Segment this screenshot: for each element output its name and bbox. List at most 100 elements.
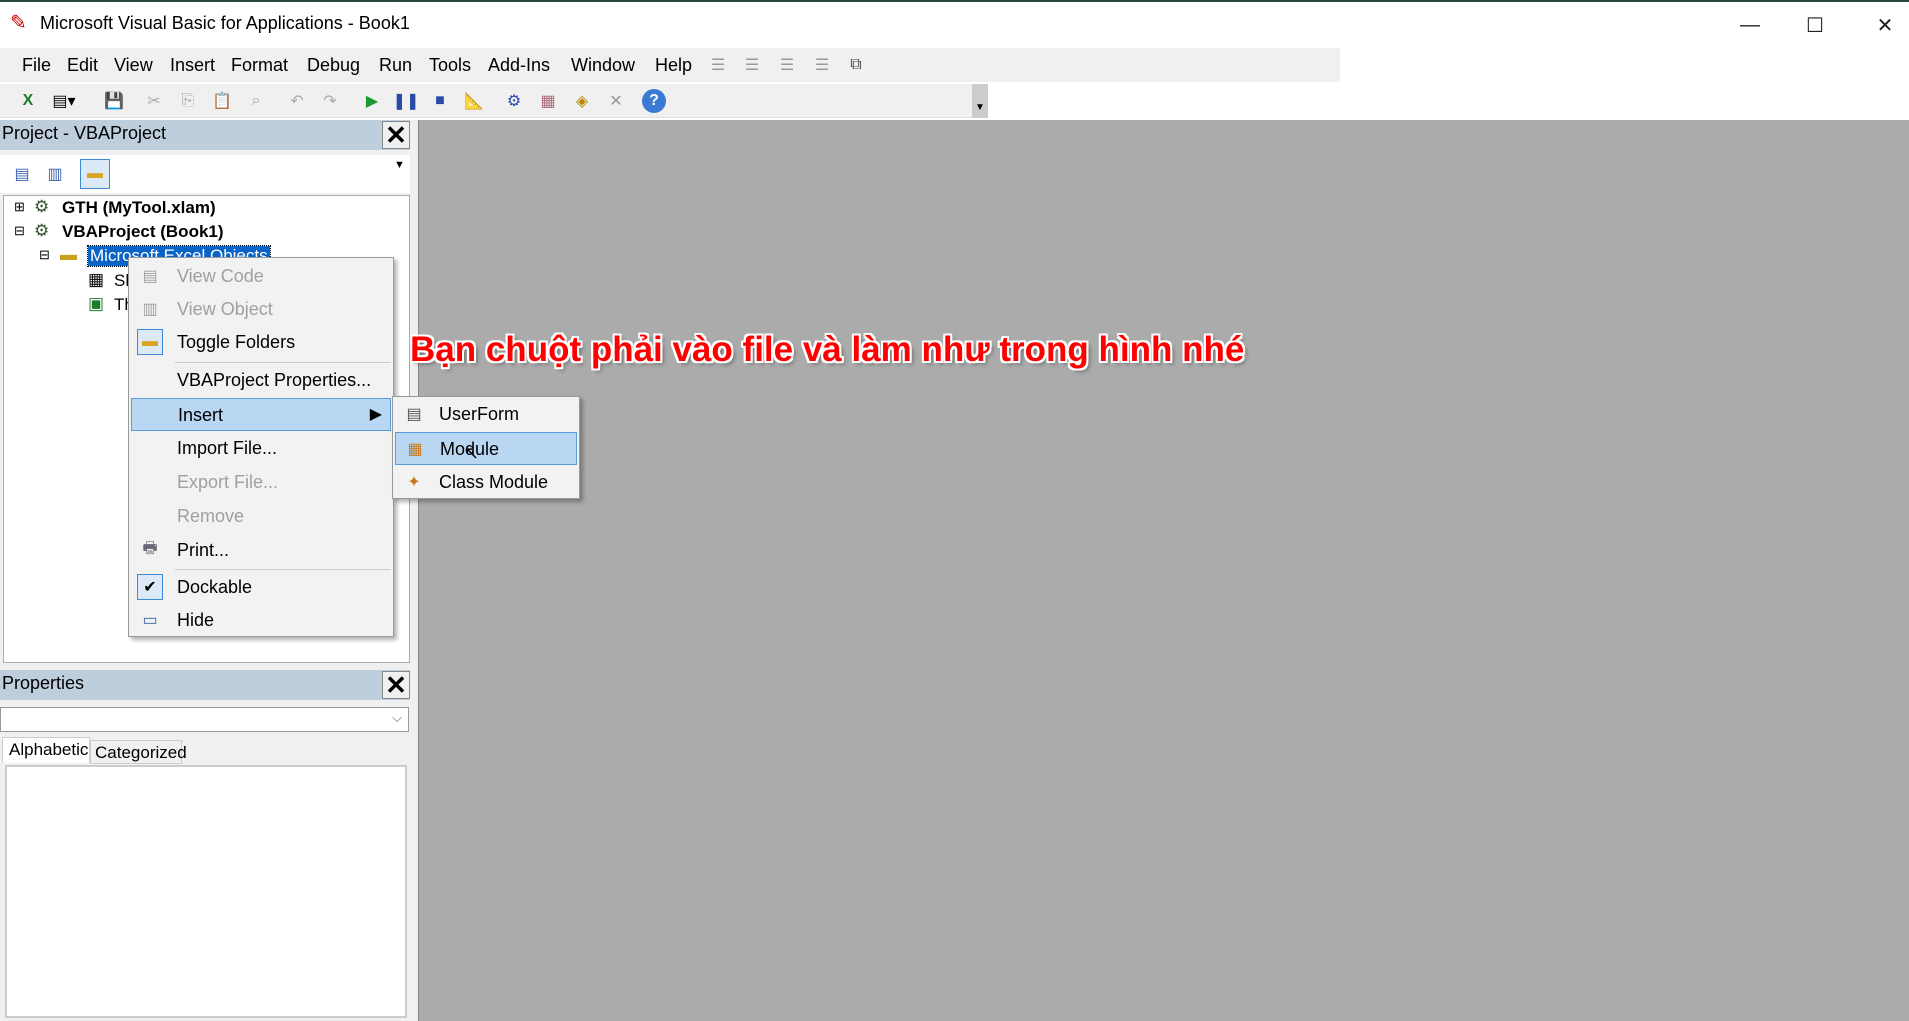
project-panel-close-button[interactable]: ✕ [382, 120, 410, 150]
copy-icon[interactable]: ⎘ [176, 89, 200, 113]
menu-item-dockable[interactable]: ✔ Dockable [131, 571, 391, 604]
menu-tools[interactable]: Tools [429, 55, 471, 76]
menu-run[interactable]: Run [379, 55, 412, 76]
object-browser-icon[interactable]: ◈ [570, 89, 594, 113]
find-icon[interactable]: ⌕ [244, 89, 268, 113]
excel-icon[interactable]: X [16, 89, 40, 113]
menu-item-print[interactable]: 🖶 Print... [131, 534, 391, 567]
toolbar-options-icon[interactable]: ▼ [972, 84, 988, 118]
properties-window-icon[interactable]: ▦ [536, 89, 560, 113]
redo-icon[interactable]: ↷ [318, 89, 342, 113]
outdent-icon[interactable]: ☰ [740, 53, 764, 77]
view-code-icon[interactable]: ▤ [10, 162, 34, 186]
checkmark-icon: ✔ [137, 574, 163, 600]
menu-item-view-code[interactable]: ▤ View Code [131, 260, 391, 293]
expand-icon[interactable]: ⊞ [14, 199, 25, 215]
chevron-down-icon: ⌵ [392, 710, 402, 725]
view-object-icon[interactable]: ▥ [43, 162, 67, 186]
menu-item-export-file[interactable]: Export File... [131, 466, 391, 499]
title-bar: ✎ Microsoft Visual Basic for Application… [0, 0, 1909, 46]
menu-item-class-module[interactable]: ✦ Class Module [395, 466, 577, 499]
design-mode-icon[interactable]: 📐 [462, 89, 486, 113]
menu-bar: File Edit View Insert Format Debug Run T… [0, 48, 1340, 82]
object-dropdown[interactable]: ⌵ [0, 707, 409, 732]
menu-item-userform[interactable]: ▤ UserForm [395, 398, 577, 431]
reset-icon[interactable]: ■ [428, 89, 452, 113]
standard-toolbar: X ▤▾ 💾 ✂ ⎘ 📋 ⌕ ↶ ↷ ▶ ❚❚ ■ 📐 ⚙ ▦ ◈ ✕ ? ▼ [0, 84, 988, 118]
tree-item-gth[interactable]: GTH (MyTool.xlam) [62, 198, 216, 218]
menu-help[interactable]: Help [655, 55, 692, 76]
paste-icon[interactable]: 📋 [210, 89, 234, 113]
insert-userform-icon[interactable]: ▤▾ [52, 89, 76, 113]
bookmark-icon[interactable]: ⧉ [844, 53, 868, 77]
insert-submenu: ▤ UserForm ▦ Module ↖ ✦ Class Module [392, 396, 580, 499]
class-module-icon: ✦ [407, 474, 421, 491]
toggle-folders-icon[interactable]: ▬ [80, 159, 110, 189]
menu-item-toggle-folders[interactable]: ▬ Toggle Folders [131, 326, 391, 359]
minimize-button[interactable]: — [1725, 8, 1775, 42]
run-icon[interactable]: ▶ [360, 89, 384, 113]
sheet-icon: ▦ [88, 270, 105, 289]
context-menu: ▤ View Code ▥ View Object ▬ Toggle Folders … [128, 257, 394, 637]
properties-panel-title: Properties [2, 673, 85, 693]
menu-item-view-object[interactable]: ▥ View Object [131, 293, 391, 326]
menu-file[interactable]: File [22, 55, 51, 76]
menu-insert[interactable]: Insert [170, 55, 215, 76]
toolbox-icon[interactable]: ✕ [604, 89, 628, 113]
tab-alphabetic[interactable]: Alphabetic [2, 737, 90, 763]
maximize-button[interactable]: ☐ [1790, 8, 1840, 42]
view-object-icon: ▥ [142, 301, 158, 318]
folder-icon: ▬ [137, 329, 163, 355]
userform-icon: ▤ [406, 406, 422, 423]
printer-icon: 🖶 [142, 539, 158, 557]
tab-categorized[interactable]: Categorized [90, 740, 187, 764]
properties-list [5, 765, 407, 1018]
project-explorer-icon[interactable]: ⚙ [502, 89, 526, 113]
toggle-breakpoint-icon[interactable]: ☰ [775, 53, 799, 77]
break-icon[interactable]: ❚❚ [393, 89, 420, 113]
code-area [418, 120, 1909, 1021]
collapse-icon[interactable]: ⊟ [14, 223, 25, 239]
menu-separator [175, 569, 391, 570]
indent-icon[interactable]: ☰ [706, 53, 730, 77]
window-title: Microsoft Visual Basic for Applications … [40, 13, 410, 33]
mouse-cursor-icon: ↖ [464, 443, 480, 463]
panel-options-icon[interactable]: ▼ [394, 159, 405, 171]
annotation-text: Bạn chuột phải vào file và làm như trong… [410, 330, 1245, 369]
collapse-icon[interactable]: ⊟ [39, 247, 50, 263]
menu-item-module[interactable]: ▦ Module ↖ [395, 432, 577, 465]
view-code-icon: ▤ [142, 268, 158, 285]
project-icon: ⚙ [34, 197, 50, 216]
menu-view[interactable]: View [114, 55, 153, 76]
menu-item-hide[interactable]: ▭ Hide [131, 604, 391, 637]
properties-panel-header: Properties ✕ [0, 670, 410, 700]
menu-add-ins[interactable]: Add-Ins [488, 55, 550, 76]
workbook-icon: ▣ [88, 294, 105, 313]
folder-icon: ▬ [60, 245, 77, 264]
save-icon[interactable]: 💾 [102, 89, 126, 113]
undo-icon[interactable]: ↶ [285, 89, 309, 113]
menu-item-insert[interactable]: Insert ▶ [131, 398, 391, 431]
project-toolbar: ▤ ▥ ▬ ▼ [0, 155, 410, 193]
submenu-arrow-icon: ▶ [369, 406, 382, 423]
menu-window[interactable]: Window [571, 55, 635, 76]
menu-item-remove[interactable]: Remove [131, 500, 391, 533]
menu-edit[interactable]: Edit [67, 55, 98, 76]
menu-item-import-file[interactable]: Import File... [131, 432, 391, 465]
help-icon[interactable]: ? [642, 89, 666, 113]
project-icon: ⚙ [34, 221, 50, 240]
hide-window-icon: ▭ [142, 612, 158, 629]
menu-separator [175, 362, 391, 363]
comment-block-icon[interactable]: ☰ [810, 53, 834, 77]
menu-item-project-properties[interactable]: VBAProject Properties... [131, 364, 391, 397]
project-panel-title: Project - VBAProject [2, 123, 167, 143]
project-panel-header: Project - VBAProject ✕ [0, 120, 410, 150]
properties-panel-close-button[interactable]: ✕ [382, 670, 410, 700]
menu-format[interactable]: Format [231, 55, 288, 76]
cut-icon[interactable]: ✂ [142, 89, 166, 113]
close-button[interactable]: ✕ [1860, 8, 1909, 42]
vba-app-icon: ✎ [10, 12, 27, 34]
tree-item-vbaproject[interactable]: VBAProject (Book1) [62, 222, 224, 242]
menu-debug[interactable]: Debug [307, 55, 360, 76]
module-icon: ▦ [407, 441, 423, 458]
